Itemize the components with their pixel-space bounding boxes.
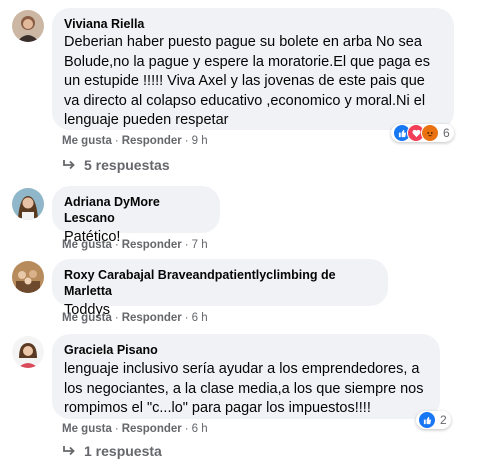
replies-count: 1 respuesta (84, 443, 162, 459)
avatar[interactable] (12, 261, 44, 293)
separator: · (114, 423, 119, 435)
reply-arrow-icon (63, 160, 75, 170)
comment-author[interactable]: Graciela Pisano (64, 342, 428, 358)
reaction-count: 6 (443, 126, 450, 140)
like-icon (418, 411, 436, 429)
reactions-summary[interactable]: 6 (391, 124, 454, 142)
reaction-count: 2 (440, 413, 447, 427)
separator: · (114, 239, 119, 251)
like-button[interactable]: Me gusta (62, 239, 112, 251)
comment-author[interactable]: Adriana DyMore Lescano (64, 194, 208, 226)
comment-author[interactable]: Viviana Riella (64, 16, 442, 32)
timestamp[interactable]: 9 h (192, 135, 208, 147)
timestamp[interactable]: 6 h (192, 423, 208, 435)
comment-actions: Me gusta · Responder · 6 h (62, 423, 208, 435)
reply-button[interactable]: Responder (122, 312, 182, 324)
separator: · (114, 312, 119, 324)
separator: · (184, 239, 189, 251)
separator: · (184, 135, 189, 147)
reply-button[interactable]: Responder (122, 423, 182, 435)
avatar[interactable] (12, 10, 44, 42)
reactions-summary[interactable]: 2 (416, 411, 451, 429)
comment-actions: Me gusta · Responder · 6 h (62, 312, 208, 324)
like-button[interactable]: Me gusta (62, 312, 112, 324)
comment-text: Deberian haber puesto pague su bolete en… (64, 34, 430, 128)
separator: · (184, 312, 189, 324)
view-replies-button[interactable]: 1 respuesta (62, 443, 162, 459)
timestamp[interactable]: 6 h (192, 312, 208, 324)
comment-bubble: Adriana DyMore Lescano Patético! (52, 186, 220, 245)
view-replies-button[interactable]: 5 respuestas (62, 157, 170, 173)
reply-button[interactable]: Responder (122, 239, 182, 251)
timestamp[interactable]: 7 h (192, 239, 208, 251)
separator: · (184, 423, 189, 435)
reply-button[interactable]: Responder (122, 135, 182, 147)
comment-bubble: Viviana Riella Deberian haber puesto pag… (52, 8, 454, 130)
comment-text: lenguaje inclusivo sería ayudar a los em… (64, 361, 424, 416)
replies-count: 5 respuestas (84, 157, 170, 173)
angry-icon (421, 124, 439, 142)
avatar[interactable] (12, 188, 44, 220)
like-button[interactable]: Me gusta (62, 135, 112, 147)
avatar[interactable] (12, 336, 44, 368)
comment-bubble: Graciela Pisano lenguaje inclusivo sería… (52, 334, 440, 419)
comment-actions: Me gusta · Responder · 7 h (62, 239, 208, 251)
reply-arrow-icon (63, 446, 75, 456)
comment-author[interactable]: Roxy Carabajal Braveandpatientlyclimbing… (64, 267, 376, 299)
separator: · (114, 135, 119, 147)
comment-bubble: Roxy Carabajal Braveandpatientlyclimbing… (52, 259, 388, 318)
like-button[interactable]: Me gusta (62, 423, 112, 435)
comment-actions: Me gusta · Responder · 9 h (62, 135, 208, 147)
